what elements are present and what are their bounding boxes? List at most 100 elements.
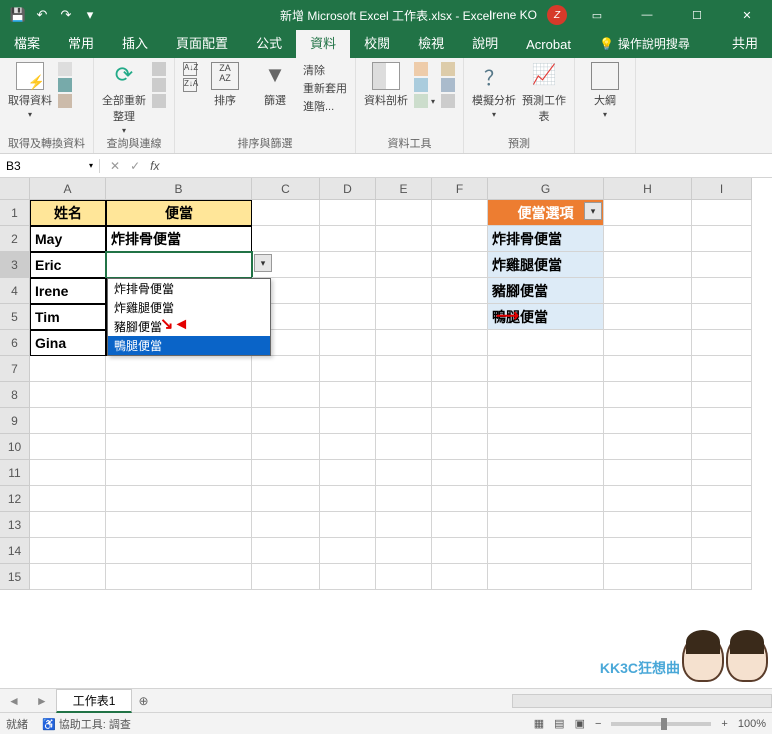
sheet-nav-next-icon[interactable]: ► — [28, 694, 56, 708]
cell[interactable] — [432, 460, 488, 486]
tab-view[interactable]: 檢視 — [404, 27, 458, 58]
refresh-all-button[interactable]: ⟳全部重新整理▾ — [102, 62, 146, 135]
cell[interactable] — [488, 330, 604, 356]
cell[interactable] — [604, 538, 692, 564]
cell[interactable] — [252, 460, 320, 486]
maximize-icon[interactable]: ☐ — [677, 0, 717, 30]
cell[interactable] — [432, 200, 488, 226]
cell[interactable] — [106, 486, 252, 512]
cell[interactable] — [488, 512, 604, 538]
cell[interactable] — [376, 486, 432, 512]
row-header[interactable]: 1 — [0, 200, 30, 226]
cell[interactable] — [488, 356, 604, 382]
cell[interactable] — [432, 226, 488, 252]
row-header[interactable]: 9 — [0, 408, 30, 434]
outline-button[interactable]: 大綱▾ — [583, 62, 627, 119]
cell[interactable]: Eric — [30, 252, 106, 278]
cell[interactable] — [106, 356, 252, 382]
tab-data[interactable]: 資料 — [296, 27, 350, 58]
cell[interactable] — [320, 512, 376, 538]
cell[interactable] — [106, 408, 252, 434]
tab-formulas[interactable]: 公式 — [242, 27, 296, 58]
column-header[interactable]: G — [488, 178, 604, 200]
close-icon[interactable]: ✕ — [727, 0, 767, 30]
cell[interactable] — [252, 564, 320, 590]
cell[interactable] — [252, 486, 320, 512]
cell[interactable] — [376, 382, 432, 408]
clear-filter-button[interactable]: 清除 — [303, 62, 347, 78]
row-header[interactable]: 2 — [0, 226, 30, 252]
cell[interactable]: 豬腳便當 — [488, 278, 604, 304]
cell[interactable] — [106, 434, 252, 460]
from-text-button[interactable] — [58, 62, 72, 76]
cell[interactable] — [376, 460, 432, 486]
row-header[interactable]: 8 — [0, 382, 30, 408]
cell[interactable] — [488, 434, 604, 460]
row-header[interactable]: 4 — [0, 278, 30, 304]
cell[interactable] — [692, 252, 752, 278]
cell[interactable] — [30, 382, 106, 408]
cell[interactable]: 炸雞腿便當 — [488, 252, 604, 278]
cell[interactable] — [252, 356, 320, 382]
consolidate-button[interactable] — [441, 62, 455, 76]
cell[interactable] — [376, 304, 432, 330]
cell[interactable] — [320, 330, 376, 356]
column-header[interactable]: B — [106, 178, 252, 200]
cell[interactable] — [432, 564, 488, 590]
cell[interactable] — [30, 564, 106, 590]
cell[interactable] — [320, 408, 376, 434]
dropdown-option[interactable]: 鴨腿便當 — [108, 336, 270, 355]
cell[interactable] — [604, 356, 692, 382]
column-header[interactable]: E — [376, 178, 432, 200]
row-header[interactable]: 11 — [0, 460, 30, 486]
cell[interactable] — [692, 330, 752, 356]
cell[interactable] — [432, 330, 488, 356]
cell[interactable] — [604, 200, 692, 226]
cell[interactable] — [320, 278, 376, 304]
cell[interactable] — [30, 538, 106, 564]
view-layout-icon[interactable]: ▤ — [554, 717, 564, 730]
tab-file[interactable]: 檔案 — [0, 27, 54, 58]
dropdown-button[interactable]: ▾ — [254, 254, 272, 272]
view-pagebreak-icon[interactable]: ▣ — [575, 717, 585, 730]
cell[interactable] — [488, 538, 604, 564]
cell[interactable] — [30, 356, 106, 382]
cell[interactable] — [692, 408, 752, 434]
ribbon-options-icon[interactable]: ▭ — [577, 0, 617, 30]
zoom-out-icon[interactable]: − — [595, 718, 601, 730]
cell[interactable] — [320, 304, 376, 330]
cell[interactable] — [432, 356, 488, 382]
cell[interactable] — [320, 486, 376, 512]
tab-layout[interactable]: 頁面配置 — [162, 27, 242, 58]
worksheet-grid[interactable]: ABCDEFGHI 123456789101112131415 姓名便當便當選項… — [0, 178, 772, 688]
reapply-button[interactable]: 重新套用 — [303, 80, 347, 96]
cell[interactable] — [376, 408, 432, 434]
cell[interactable] — [376, 278, 432, 304]
cell[interactable] — [106, 538, 252, 564]
cell[interactable]: 炸排骨便當 — [106, 226, 252, 252]
zoom-level[interactable]: 100% — [738, 718, 766, 730]
get-data-button[interactable]: ⚡取得資料▾ — [8, 62, 52, 119]
column-header[interactable]: A — [30, 178, 106, 200]
enter-formula-icon[interactable]: ✓ — [130, 159, 140, 173]
cell[interactable] — [488, 408, 604, 434]
cell[interactable] — [604, 564, 692, 590]
fx-icon[interactable]: fx — [150, 159, 159, 173]
cell[interactable] — [252, 226, 320, 252]
cell[interactable] — [604, 226, 692, 252]
row-header[interactable]: 5 — [0, 304, 30, 330]
cell[interactable] — [692, 538, 752, 564]
zoom-slider[interactable] — [611, 722, 711, 726]
cell[interactable] — [604, 460, 692, 486]
cell[interactable] — [30, 486, 106, 512]
cell[interactable] — [30, 512, 106, 538]
cell[interactable]: 炸排骨便當 — [488, 226, 604, 252]
add-sheet-button[interactable]: ⊕ — [132, 694, 154, 708]
cell[interactable] — [604, 278, 692, 304]
cell[interactable] — [320, 382, 376, 408]
cell[interactable] — [252, 538, 320, 564]
cell[interactable] — [30, 434, 106, 460]
cell[interactable] — [488, 486, 604, 512]
cell[interactable] — [252, 434, 320, 460]
filter-button[interactable]: ▼篩選 — [253, 62, 297, 108]
